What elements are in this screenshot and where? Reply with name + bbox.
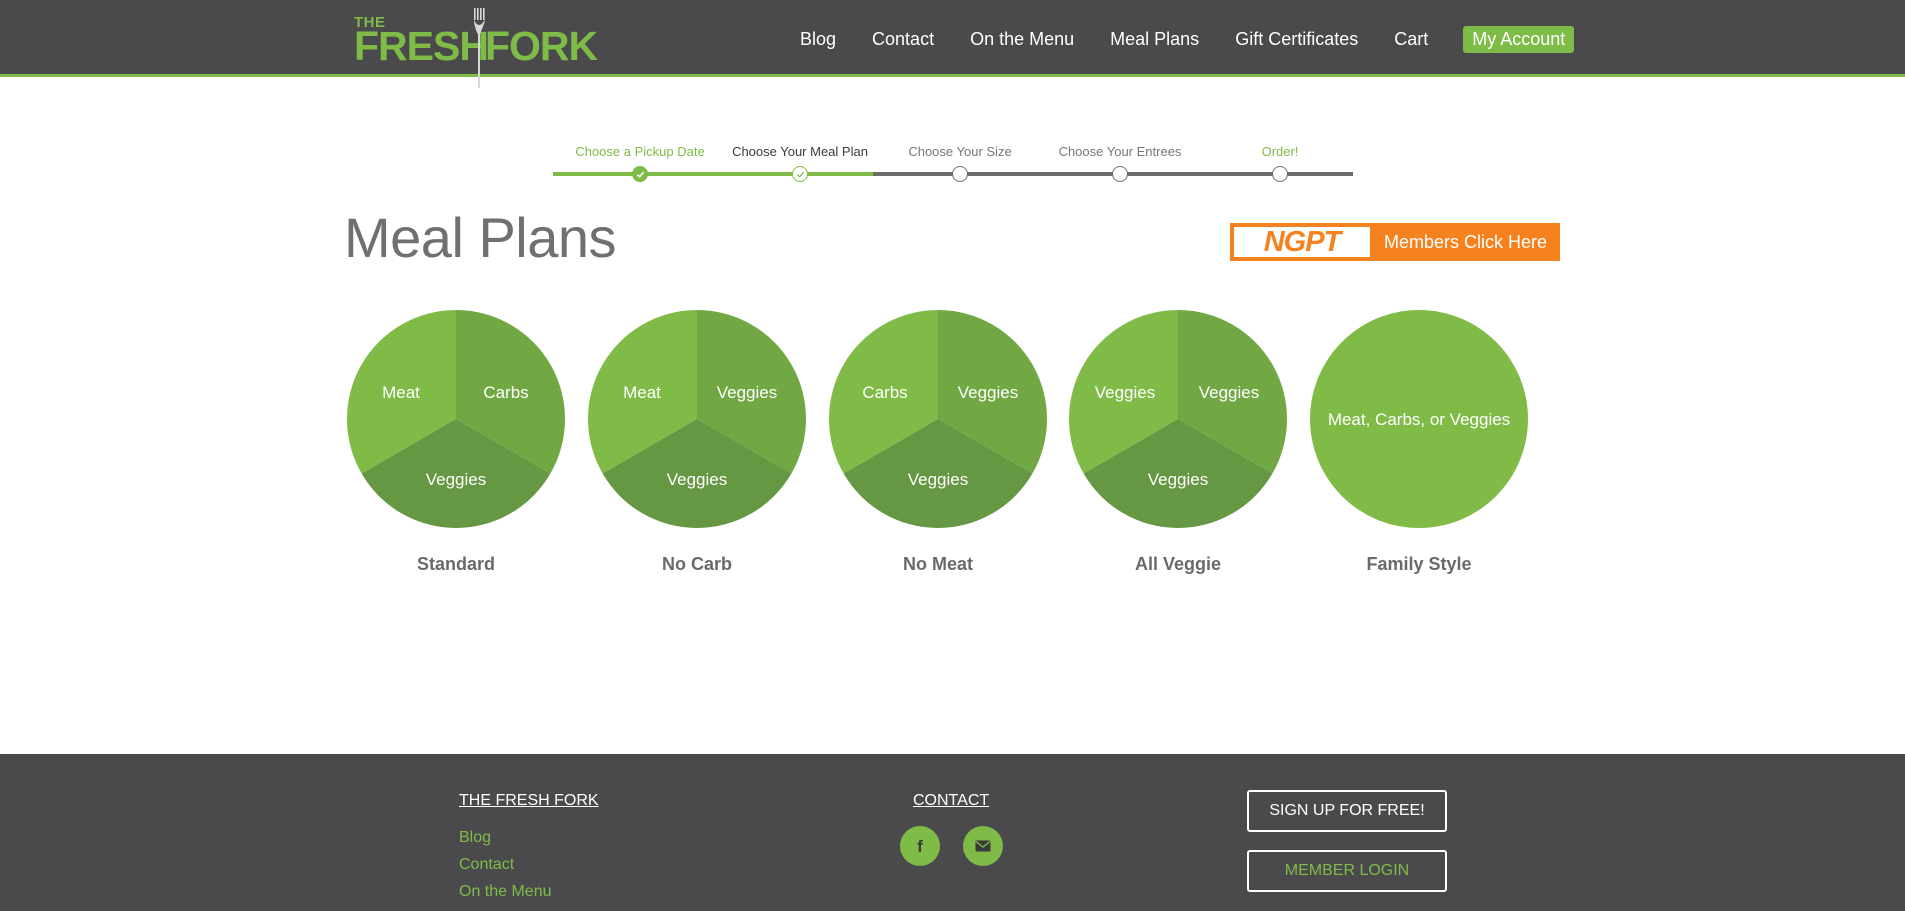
plan-name: No Carb	[661, 554, 732, 574]
slice-label: Veggies	[1199, 383, 1260, 402]
plan-no-meat[interactable]: Carbs Veggies Veggies No Meat	[829, 310, 1047, 574]
slice-label: Veggies	[908, 470, 969, 489]
nav-blog[interactable]: Blog	[800, 29, 836, 50]
check-icon	[792, 166, 808, 182]
plan-all-veggie[interactable]: Veggies Veggies Veggies All Veggie	[1069, 310, 1287, 574]
slice-label: Veggies	[1095, 383, 1156, 402]
slice-label: Veggies	[1148, 470, 1209, 489]
plan-name: All Veggie	[1134, 554, 1222, 574]
plan-all-veggie-pie: Veggies Veggies Veggies	[1069, 310, 1287, 528]
nav-cart[interactable]: Cart	[1394, 29, 1428, 50]
site-header: THE FRESH FORK Blog Contact On the Menu …	[0, 0, 1905, 88]
page-title: Meal Plans	[344, 206, 617, 269]
slice-label: Meat	[382, 383, 420, 402]
slice-label: Veggies	[667, 470, 728, 489]
slice-label: Veggies	[958, 383, 1019, 402]
order-progress: Choose a Pickup Date Choose Your Meal Pl…	[553, 140, 1353, 190]
plan-no-carb[interactable]: Meat Veggies Veggies No Carb	[588, 310, 806, 574]
email-icon[interactable]	[963, 826, 1003, 866]
plan-standard[interactable]: Meat Carbs Veggies Standard	[347, 310, 565, 574]
ngpt-members-button[interactable]: NGPT Members Click Here	[1230, 223, 1560, 261]
step-label-order: Order!	[1261, 144, 1299, 159]
plan-family-style[interactable]: Meat, Carbs, or Veggies Family Style	[1310, 310, 1528, 574]
nav-meal-plans[interactable]: Meal Plans	[1110, 29, 1199, 50]
ngpt-button-label: Members Click Here	[1384, 231, 1548, 252]
plan-name: No Meat	[902, 554, 973, 574]
fork-icon	[473, 8, 485, 92]
slice-label: Carbs	[483, 383, 528, 402]
slice-label: Meat	[623, 383, 661, 402]
footer-contact-heading[interactable]: CONTACT	[913, 792, 989, 810]
facebook-icon[interactable]: f	[900, 826, 940, 866]
step-dot-entrees	[1112, 166, 1128, 182]
step-label-entrees: Choose Your Entrees	[1058, 144, 1182, 159]
plan-name: Standard	[416, 554, 495, 574]
slice-label: Carbs	[862, 383, 907, 402]
step-label-pickup-date[interactable]: Choose a Pickup Date	[575, 144, 704, 159]
sign-up-button[interactable]: SIGN UP FOR FREE!	[1247, 790, 1447, 832]
member-login-button[interactable]: MEMBER LOGIN	[1247, 850, 1447, 892]
svg-text:f: f	[917, 837, 923, 855]
nav-on-the-menu[interactable]: On the Menu	[970, 29, 1074, 50]
ngpt-logo: NGPT	[1234, 227, 1370, 257]
check-icon[interactable]	[632, 166, 648, 182]
slice-label: Meat, Carbs, or Veggies	[1328, 410, 1510, 429]
plan-standard-pie: Meat Carbs Veggies	[347, 310, 565, 528]
step-label-size: Choose Your Size	[908, 144, 1012, 159]
plan-no-carb-pie: Meat Veggies Veggies	[588, 310, 806, 528]
logo-fresh-text: FRESH	[354, 23, 489, 69]
slice-label: Veggies	[717, 383, 778, 402]
step-dot-size	[952, 166, 968, 182]
plan-family-style-pie: Meat, Carbs, or Veggies	[1310, 310, 1528, 528]
plan-no-meat-pie: Carbs Veggies Veggies	[829, 310, 1047, 528]
slice-label: Veggies	[426, 470, 487, 489]
nav-contact[interactable]: Contact	[872, 29, 934, 50]
plan-name: Family Style	[1366, 554, 1472, 574]
main-nav: Blog Contact On the Menu Meal Plans Gift…	[800, 25, 1575, 53]
nav-gift-certificates[interactable]: Gift Certificates	[1235, 29, 1358, 50]
footer-link-blog[interactable]: Blog	[459, 829, 491, 847]
site-footer: THE FRESH FORK Blog Contact On the Menu …	[0, 754, 1905, 911]
progress-track-complete	[553, 172, 873, 176]
step-dot-order	[1272, 166, 1288, 182]
my-account-button[interactable]: My Account	[1463, 25, 1575, 53]
site-logo[interactable]: THE FRESH FORK	[354, 8, 614, 88]
footer-link-on-the-menu[interactable]: On the Menu	[459, 883, 552, 901]
step-label-meal-plan: Choose Your Meal Plan	[732, 144, 868, 159]
logo-fork-text: FORK	[485, 23, 598, 69]
footer-brand-heading[interactable]: THE FRESH FORK	[459, 792, 599, 810]
footer-link-contact[interactable]: Contact	[459, 856, 514, 874]
